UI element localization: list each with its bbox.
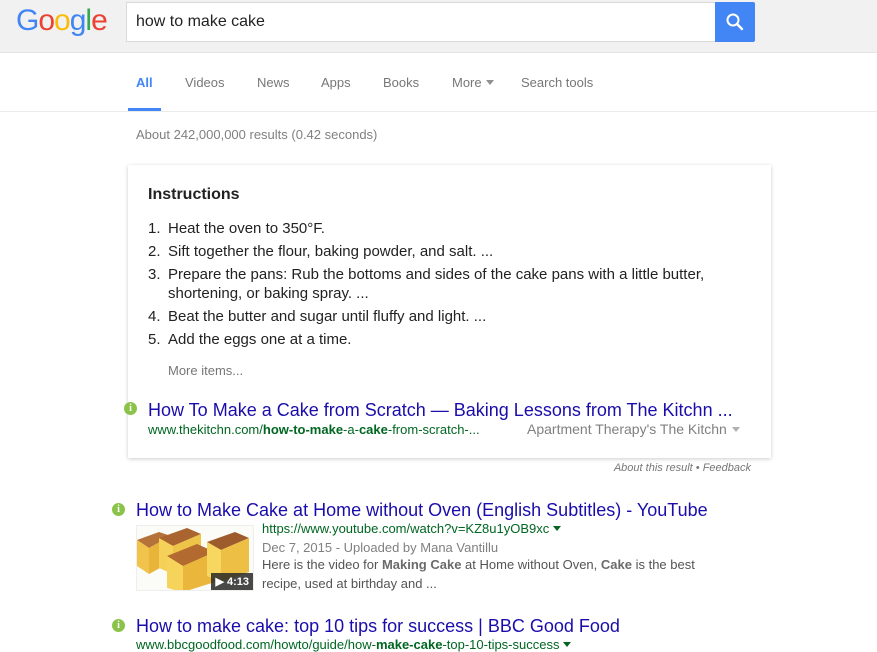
url-part: www.thekitchn.com/ [148,422,263,437]
logo-letter: o [38,4,55,37]
search-icon [726,13,744,31]
chevron-down-icon [731,427,740,432]
featured-result-url: www.thekitchn.com/how-to-make-a-cake-fro… [148,422,480,437]
url-part: -top-10-tips-success [442,637,560,652]
active-tab-indicator [128,108,161,111]
result-stats: About 242,000,000 results (0.42 seconds) [136,127,378,142]
url-part-bold: how-to-make [262,422,344,437]
step-text: Beat the butter and sugar until fluffy a… [168,308,487,325]
url-text: https://www.youtube.com/watch?v=KZ8u1yOB… [262,521,550,536]
result-title[interactable]: How to make cake: top 10 tips for succes… [136,616,620,637]
result-url[interactable]: https://www.youtube.com/watch?v=KZ8u1yOB… [262,521,562,536]
url-part-bold: make-cake [375,637,443,652]
search-input[interactable] [136,3,706,41]
tab-all[interactable]: All [136,75,153,90]
url-part-bold: cake [358,422,388,437]
tab-videos[interactable]: Videos [185,75,225,90]
result-url[interactable]: www.bbcgoodfood.com/howto/guide/how-make… [136,637,572,652]
list-item: 3. Prepare the pans: Rub the bottoms and … [148,265,748,303]
feedback-link[interactable]: Feedback [703,462,751,474]
url-part: www.bbcgoodfood.com/howto/guide/how- [136,637,376,652]
step-text: Add the eggs one at a time. [168,331,352,348]
url-part: -a- [343,422,359,437]
duration-text: 4:13 [226,576,249,588]
snippet-line: recipe, used at birthday and ... [262,576,437,591]
snippet-bold: Cake [600,557,632,572]
header-bar: Google [0,0,877,53]
instruction-list: 1. Heat the oven to 350°F. 2. Sift togethe… [148,219,748,353]
step-number: 3. [148,266,161,283]
snippet-text: at Home without Oven, [461,557,601,572]
step-number: 2. [148,243,161,260]
list-item: 1. Heat the oven to 350°F. [148,219,748,238]
featured-result-title[interactable]: How To Make a Cake from Scratch — Baking… [148,400,733,421]
google-logo[interactable]: Google [16,4,108,37]
list-item: 4. Beat the butter and sugar until fluffy… [148,307,748,326]
chevron-down-icon [563,642,572,647]
step-number: 4. [148,308,161,325]
info-icon[interactable]: i [112,503,125,516]
snippet-text: Here is the video for [262,557,382,572]
search-box [126,2,716,42]
result-meta: Dec 7, 2015 - Uploaded by Mana Vantillu [262,540,499,555]
snippet-line: Here is the video for Making Cake at Hom… [262,555,712,574]
list-item: 5. Add the eggs one at a time. [148,330,748,349]
step-number: 5. [148,331,161,348]
step-text: Sift together the flour, baking powder, … [168,243,494,260]
url-part: -from-scratch-... [387,422,480,437]
play-icon: ▶ [215,576,224,588]
tab-more-label: More [452,75,482,90]
tab-apps[interactable]: Apps [321,75,351,90]
featured-snippet-title: Instructions [148,186,240,203]
tab-books[interactable]: Books [383,75,419,90]
about-this-result-link[interactable]: About this result [614,462,693,474]
step-number: 1. [148,220,161,237]
about-feedback: About this result • Feedback [0,462,751,474]
logo-letter: o [54,4,71,37]
snippet-text: is the best [631,557,695,572]
video-thumbnail[interactable]: ▶ 4:13 [136,525,254,591]
snippet-bold: Making Cake [381,557,462,572]
step-text: Heat the oven to 350°F. [168,220,325,237]
step-text: Prepare the pans: Rub the bottoms and si… [168,266,705,302]
logo-letter: e [91,4,108,37]
featured-snippet: Instructions 1. Heat the oven to 350°F. 2… [124,165,771,458]
search-button[interactable] [715,2,755,42]
chevron-down-icon [485,80,494,85]
info-icon[interactable]: i [112,619,125,632]
logo-letter: G [16,4,39,37]
logo-letter: g [69,4,87,37]
info-icon[interactable]: i [124,402,137,415]
tab-news[interactable]: News [257,75,290,90]
result-title[interactable]: How to Make Cake at Home without Oven (E… [136,500,708,521]
featured-source[interactable]: Apartment Therapy's The Kitchn [527,421,740,437]
result-snippet: Here is the video for Making Cake at Hom… [262,555,712,593]
list-item: 2. Sift together the flour, baking powder… [148,242,748,261]
more-items-link[interactable]: More items... [168,363,243,378]
search-tabs: All Videos News Apps Books More Search t… [0,53,877,112]
separator: • [692,462,703,474]
video-duration: ▶ 4:13 [211,573,253,590]
tab-more[interactable]: More [452,75,494,90]
tab-search-tools[interactable]: Search tools [521,75,593,90]
chevron-down-icon [553,526,562,531]
source-name: Apartment Therapy's The Kitchn [527,421,727,437]
